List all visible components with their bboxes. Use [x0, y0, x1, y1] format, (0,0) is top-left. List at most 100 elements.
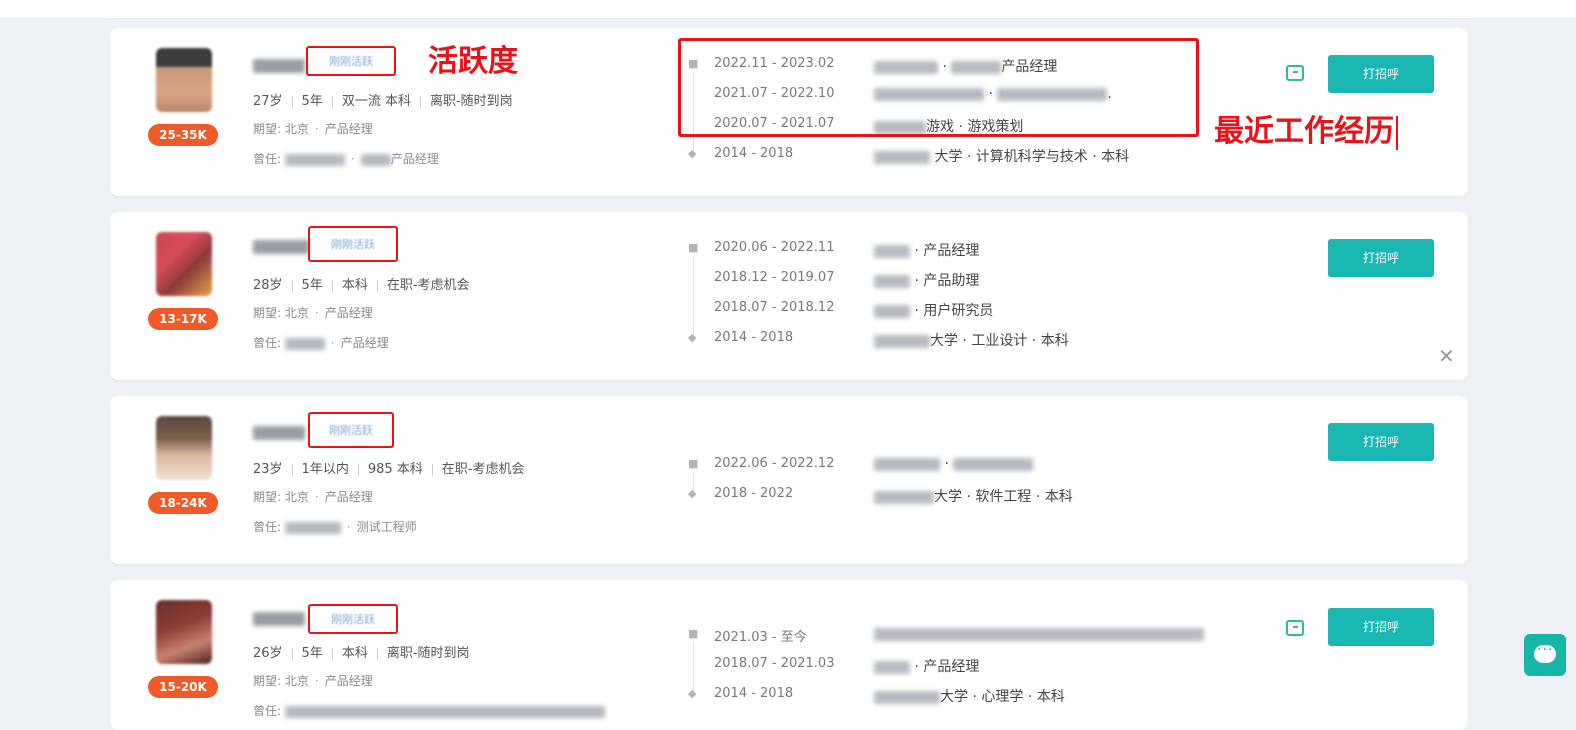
- candidate-card[interactable]: 15-20K 刚刚活跃 26岁 5年 本科 离职-随时到岗 期望: 北京 · 产品经理 曾…: [110, 580, 1468, 730]
- candidate-name[interactable]: [253, 240, 309, 254]
- education-desc: 大学 · 计算机科学与技术 · 本科: [874, 146, 1129, 166]
- expectation: 期望: 北京 · 产品经理: [253, 490, 373, 504]
- expectation: 期望: 北京 · 产品经理: [253, 122, 373, 136]
- expect-city: 北京: [284, 122, 309, 136]
- candidate-info: 26岁 5年 本科 离职-随时到岗: [253, 642, 470, 661]
- experience-list: ■ 2020.06 - 2022.11 · 产品经理 2018.12 - 201…: [688, 234, 1208, 354]
- active-status-text: 刚刚活跃: [331, 613, 375, 626]
- greet-button[interactable]: 打招呼: [1328, 608, 1434, 646]
- work-years: 5年: [301, 646, 323, 661]
- prev-prefix: 曾任:: [253, 704, 282, 718]
- education-date: 2014 - 2018: [714, 146, 794, 161]
- expect-role: 产品经理: [324, 306, 373, 320]
- education-date: 2014 - 2018: [714, 330, 794, 345]
- greet-button[interactable]: 打招呼: [1328, 423, 1434, 461]
- candidate-card[interactable]: 18-24K 刚刚活跃 23岁 1年以内 985 本科 在职-考虑机会 期望: 北京 ·…: [110, 396, 1468, 564]
- age: 23岁: [253, 462, 283, 477]
- education: 本科: [341, 278, 368, 293]
- age: 28岁: [253, 278, 283, 293]
- experience-list: ■ 2022.06 - 2022.12 · ◆ 2018 - 2022 大学 ·…: [688, 450, 1208, 510]
- prev-prefix: 曾任:: [253, 520, 282, 534]
- candidate-name[interactable]: [253, 426, 305, 440]
- experience-date: 2018.12 - 2019.07: [714, 270, 835, 285]
- age: 26岁: [253, 646, 283, 661]
- previous-role: 曾任: · 产品经理: [253, 336, 389, 350]
- candidate-info: 27岁 5年 双一流 本科 离职-随时到岗: [253, 90, 513, 109]
- active-status-text: 刚刚活跃: [329, 55, 373, 68]
- education-row: ◆ 2014 - 2018 大学 · 工业设计 · 本科: [688, 324, 1208, 354]
- active-status-text: 刚刚活跃: [331, 238, 375, 251]
- experience-desc: · 用户研究员: [874, 300, 993, 320]
- education-desc: 大学 · 心理学 · 本科: [874, 686, 1065, 706]
- active-status-badge: 刚刚活跃: [308, 226, 398, 262]
- expect-role: 产品经理: [324, 674, 373, 688]
- avatar: [156, 232, 212, 296]
- previous-role: 曾任: · 产品经理: [253, 152, 439, 166]
- experience-row: 2018.07 - 2021.03 · 产品经理: [688, 650, 1208, 680]
- expect-prefix: 期望:: [253, 306, 282, 320]
- job-status: 离职-随时到岗: [386, 646, 470, 661]
- previous-role: 曾任:: [253, 702, 605, 719]
- education-desc: 大学 · 工业设计 · 本科: [874, 330, 1069, 350]
- prev-role: 产品经理: [340, 336, 389, 350]
- graduation-cap-icon: ◆: [688, 487, 697, 500]
- education-date: 2018 - 2022: [714, 486, 794, 501]
- greet-button[interactable]: 打招呼: [1328, 239, 1434, 277]
- top-bar: [0, 0, 1576, 19]
- close-icon[interactable]: ✕: [1438, 344, 1455, 368]
- experience-desc: · 产品经理: [874, 240, 979, 260]
- expectation: 期望: 北京 · 产品经理: [253, 674, 373, 688]
- active-status-badge: 刚刚活跃: [308, 604, 398, 634]
- candidate-info: 28岁 5年 本科 在职-考虑机会: [253, 274, 470, 293]
- candidate-info: 23岁 1年以内 985 本科 在职-考虑机会: [253, 458, 524, 477]
- experience-row: 2018.12 - 2019.07 · 产品助理: [688, 264, 1208, 294]
- candidate-card[interactable]: 13-17K 刚刚活跃 28岁 5年 本科 在职-考虑机会 期望: 北京 · 产品经理 曾…: [110, 212, 1468, 380]
- candidate-name[interactable]: [253, 59, 305, 73]
- active-status-text: 刚刚活跃: [329, 424, 373, 437]
- candidate-name[interactable]: [253, 612, 305, 626]
- active-status-badge: 刚刚活跃: [308, 412, 394, 448]
- chat-icon[interactable]: [1286, 620, 1304, 636]
- age: 27岁: [253, 94, 283, 109]
- education: 985 本科: [367, 462, 423, 477]
- work-years: 5年: [301, 278, 323, 293]
- prev-prefix: 曾任:: [253, 152, 282, 166]
- education-row: ◆ 2014 - 2018 大学 · 计算机科学与技术 · 本科: [688, 140, 1208, 170]
- education-row: ◆ 2014 - 2018 大学 · 心理学 · 本科: [688, 680, 1208, 710]
- prev-prefix: 曾任:: [253, 336, 282, 350]
- greet-button[interactable]: 打招呼: [1328, 55, 1434, 93]
- experience-desc: ·: [874, 456, 1034, 472]
- expect-prefix: 期望:: [253, 490, 282, 504]
- education: 双一流 本科: [341, 94, 411, 109]
- experience-list: ■ 2021.03 - 至今 2018.07 - 2021.03 · 产品经理 …: [688, 620, 1208, 710]
- experience-date: 2021.03 - 至今: [714, 630, 807, 645]
- education-desc: 大学 · 软件工程 · 本科: [874, 486, 1073, 506]
- chat-icon[interactable]: [1286, 65, 1304, 81]
- education-date: 2014 - 2018: [714, 686, 794, 701]
- graduation-cap-icon: ◆: [688, 331, 697, 344]
- avatar: [156, 416, 212, 480]
- previous-role: 曾任: · 测试工程师: [253, 520, 417, 534]
- prev-role: 产品经理: [390, 152, 439, 166]
- expect-role: 产品经理: [324, 490, 373, 504]
- work-years: 5年: [301, 94, 323, 109]
- briefcase-icon: ■: [688, 241, 699, 254]
- expectation: 期望: 北京 · 产品经理: [253, 306, 373, 320]
- expect-city: 北京: [284, 306, 309, 320]
- experience-row: ■ 2022.06 - 2022.12 ·: [688, 450, 1208, 480]
- experience-desc: · 产品经理: [874, 656, 979, 676]
- experience-row: ■ 2020.06 - 2022.11 · 产品经理: [688, 234, 1208, 264]
- work-years: 1年以内: [301, 462, 349, 477]
- expect-role: 产品经理: [324, 122, 373, 136]
- expect-city: 北京: [284, 490, 309, 504]
- salary-badge: 15-20K: [148, 676, 218, 698]
- floating-chat-button[interactable]: [1524, 634, 1566, 676]
- expect-prefix: 期望:: [253, 674, 282, 688]
- experience-date: 2018.07 - 2021.03: [714, 656, 835, 671]
- expect-prefix: 期望:: [253, 122, 282, 136]
- experience-row: ■ 2021.03 - 至今: [688, 620, 1208, 650]
- salary-badge: 18-24K: [148, 492, 218, 514]
- prev-role: 测试工程师: [356, 520, 417, 534]
- salary-badge: 13-17K: [148, 308, 218, 330]
- experience-date: 2022.06 - 2022.12: [714, 456, 835, 471]
